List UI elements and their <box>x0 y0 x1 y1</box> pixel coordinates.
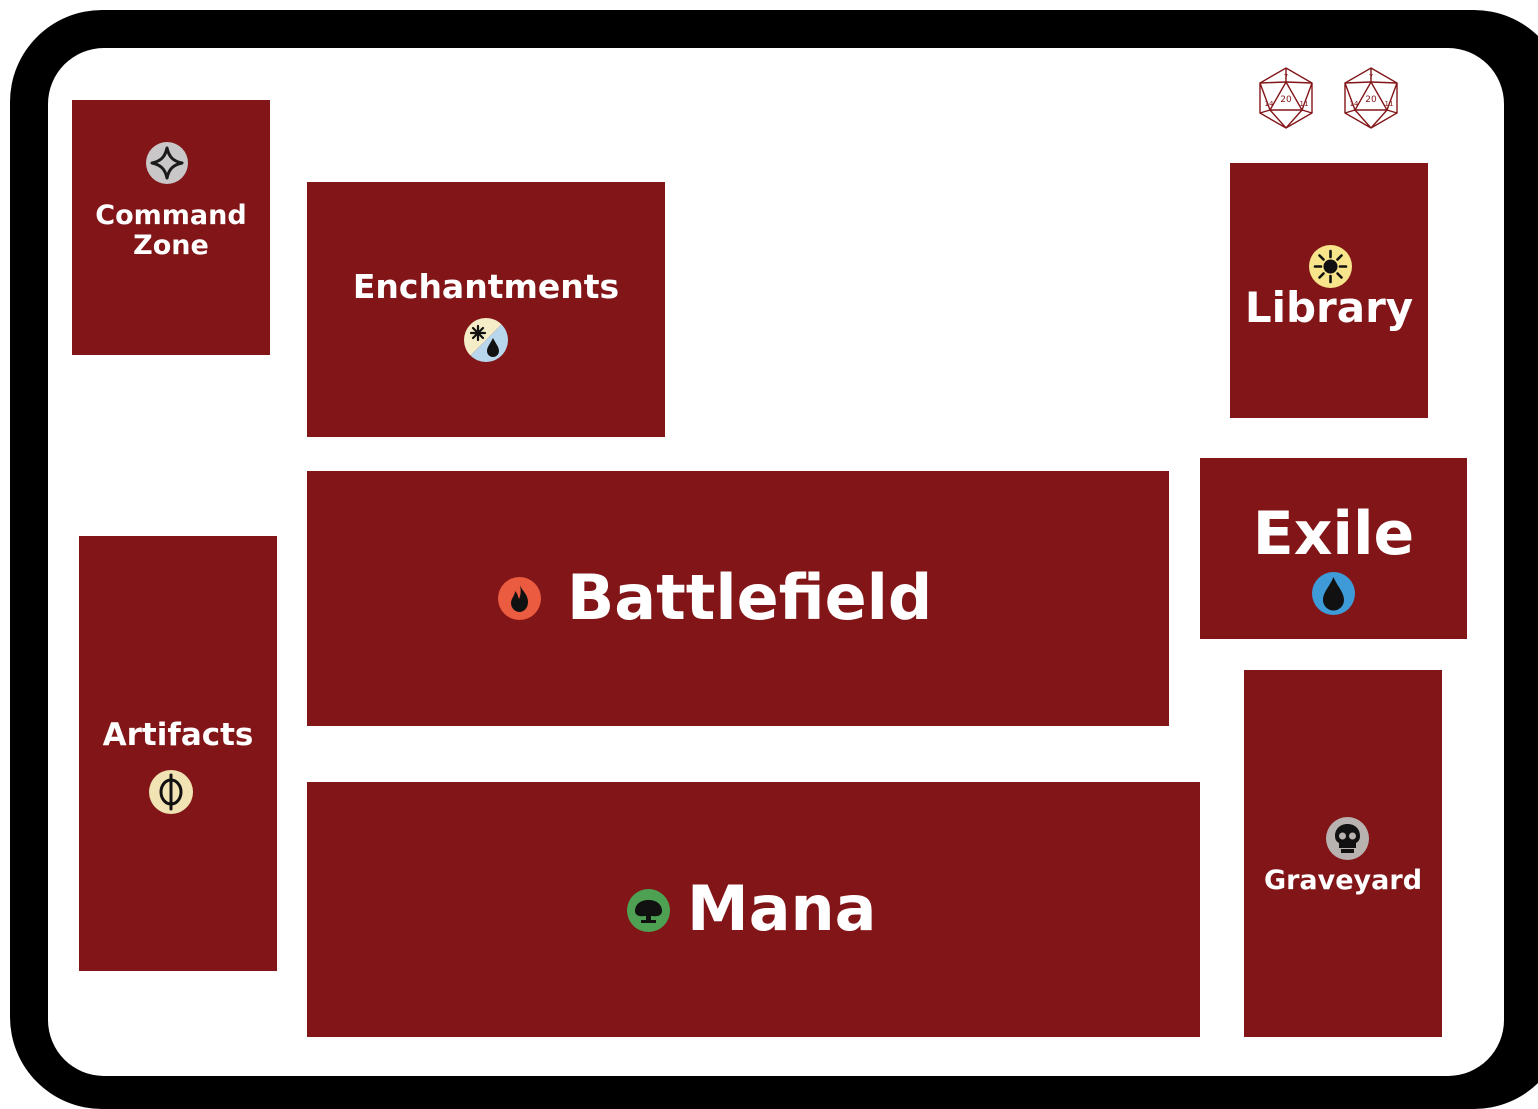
battlefield-label: Battlefield <box>567 561 933 634</box>
svg-text:14: 14 <box>1265 100 1274 108</box>
graveyard-label: Graveyard <box>1263 865 1423 896</box>
library-zone[interactable]: Library <box>1230 163 1428 418</box>
d20-icon[interactable]: 20 7 14 11 <box>1341 66 1401 130</box>
white-blue-hybrid-mana-icon <box>464 318 508 362</box>
svg-text:7: 7 <box>1284 73 1288 81</box>
d20-icon[interactable]: 20 7 14 11 <box>1256 66 1316 130</box>
exile-zone[interactable]: Exile <box>1200 458 1467 639</box>
library-label: Library <box>1244 283 1414 332</box>
white-mana-sun-icon <box>1309 245 1352 288</box>
blue-mana-drop-icon <box>1312 572 1355 615</box>
svg-text:14: 14 <box>1350 100 1359 108</box>
battlefield-zone[interactable]: Battlefield <box>307 471 1169 726</box>
command-zone-label-line2: Zone <box>133 230 209 261</box>
mana-zone[interactable]: Mana <box>307 782 1200 1037</box>
enchantments-zone[interactable]: Enchantments <box>307 182 665 437</box>
command-zone[interactable]: Command Zone <box>72 100 270 355</box>
graveyard-zone[interactable]: Graveyard <box>1244 670 1442 1037</box>
artifacts-label: Artifacts <box>102 717 254 753</box>
phyrexian-mana-icon <box>149 770 193 814</box>
svg-text:11: 11 <box>1300 100 1309 108</box>
red-mana-fire-icon <box>498 577 541 620</box>
enchantments-label: Enchantments <box>352 267 620 306</box>
exile-label: Exile <box>1252 499 1415 569</box>
artifacts-zone[interactable]: Artifacts <box>79 536 277 971</box>
d20-face-top: 20 <box>1365 95 1377 105</box>
d20-face-top: 20 <box>1280 95 1292 105</box>
planeswalker-icon <box>146 142 188 184</box>
mana-label: Mana <box>687 872 877 945</box>
green-mana-tree-icon <box>627 889 670 932</box>
command-zone-label-line1: Command <box>95 200 247 231</box>
svg-text:11: 11 <box>1385 100 1394 108</box>
svg-text:7: 7 <box>1369 73 1373 81</box>
black-mana-skull-icon <box>1326 817 1369 860</box>
playmat: 20 7 14 11 20 7 14 11 Command Zone Encha… <box>48 48 1504 1076</box>
